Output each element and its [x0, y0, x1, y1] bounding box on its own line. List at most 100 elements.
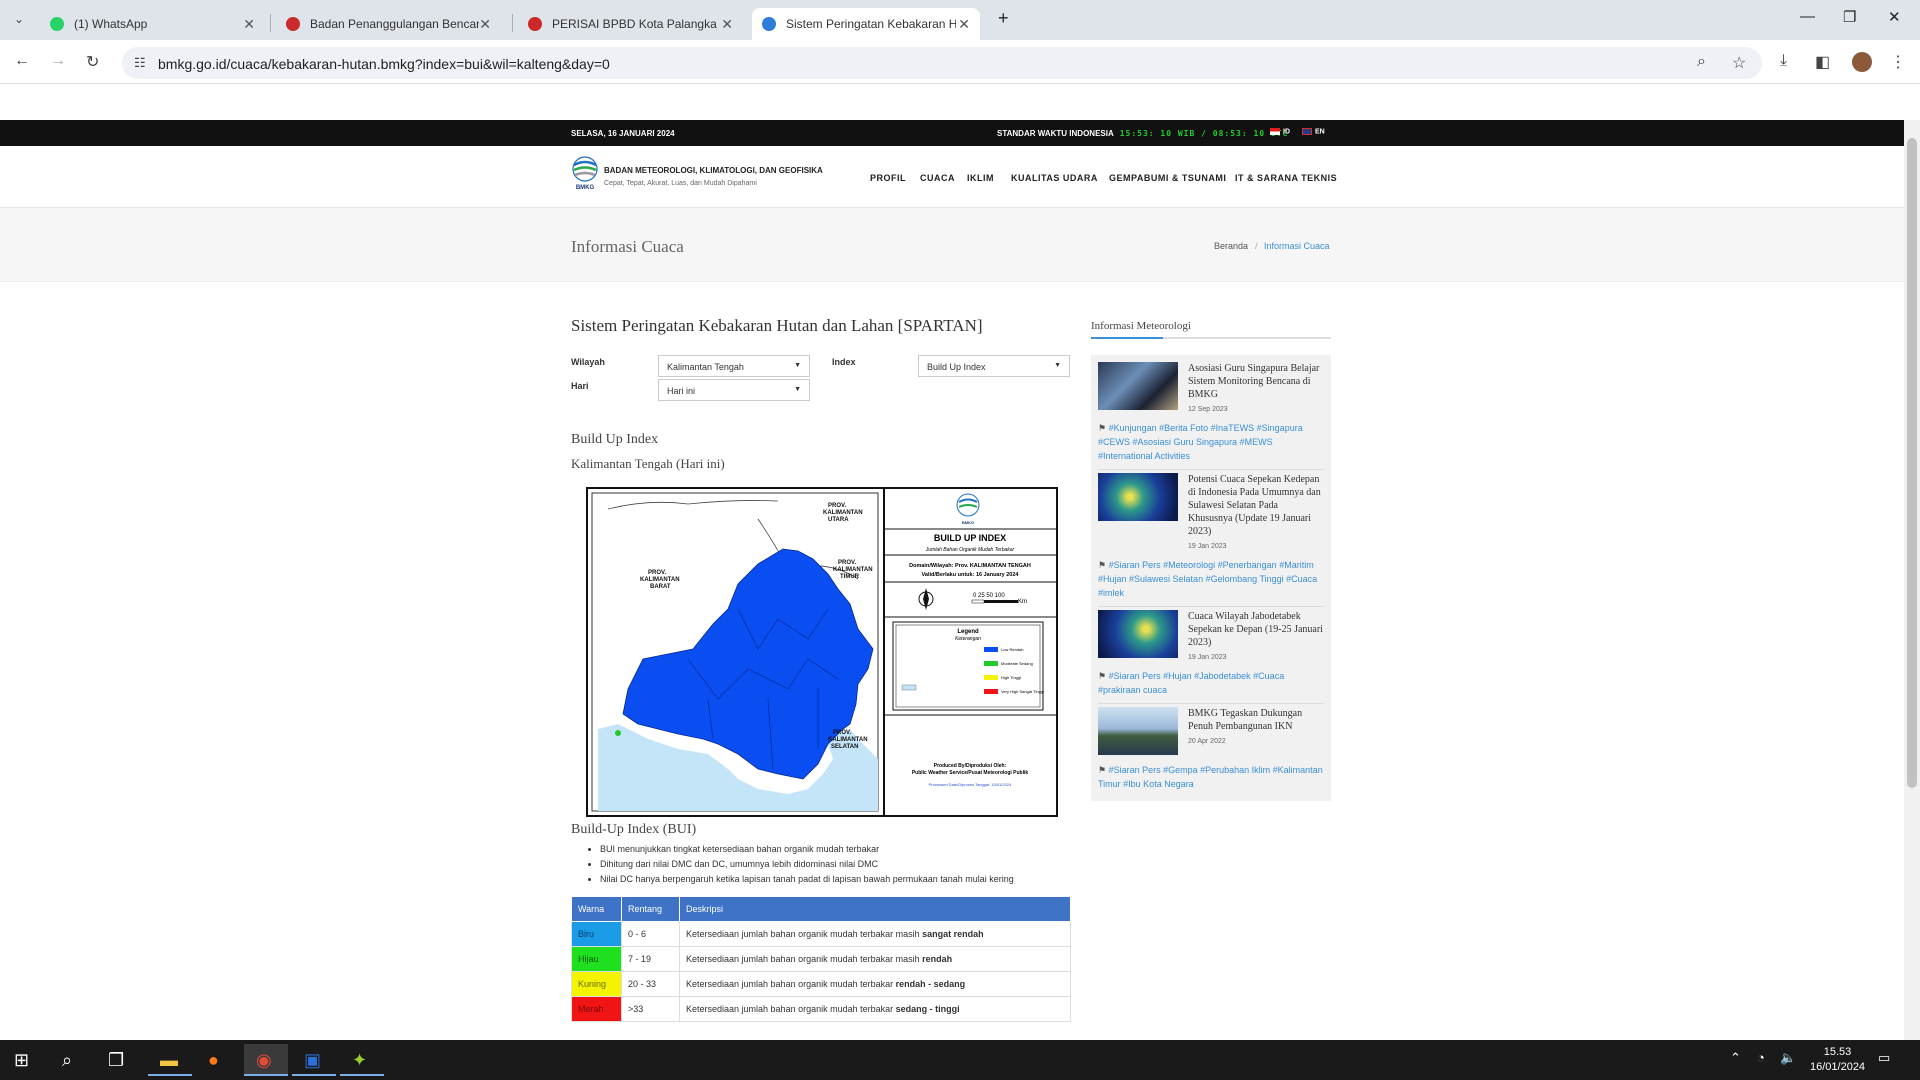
taskbar-date: 16/01/2024 [1810, 1061, 1866, 1073]
menu-cuaca[interactable]: CUACA [920, 173, 955, 183]
task-view-icon[interactable]: ❐ [108, 1050, 124, 1071]
bui-bullet-list: BUI menunjukkan tingkat ketersediaan bah… [586, 844, 1014, 889]
word-button[interactable]: ▣ [292, 1044, 336, 1076]
tab-separator [270, 14, 271, 32]
scrollbar-thumb[interactable] [1907, 138, 1917, 788]
svg-text:Valid/Berlaku untuk: 16 Januar: Valid/Berlaku untuk: 16 January 2024 [922, 572, 1020, 578]
svg-text:BUILD UP INDEX: BUILD UP INDEX [934, 533, 1006, 543]
tag-icon: ⚑ [1098, 560, 1109, 570]
news-title[interactable]: BMKG Tegaskan Dukungan Penuh Pembangunan… [1188, 707, 1324, 733]
zoom-icon[interactable]: ⌕ [1697, 53, 1706, 71]
page-title-band: Informasi Cuaca Beranda / Informasi Cuac… [0, 208, 1904, 282]
tab-whatsapp[interactable]: (1) WhatsApp ✕ [40, 8, 265, 40]
lang-en-link[interactable]: EN [1302, 128, 1325, 135]
browser-tab-strip: ⌄ (1) WhatsApp ✕ Badan Penanggulangan Be… [0, 0, 1920, 40]
firefox-button[interactable]: ● [196, 1044, 240, 1076]
new-tab-button[interactable]: + [998, 8, 1009, 29]
svg-text:SELATAN: SELATAN [831, 744, 858, 750]
tab-bnpb[interactable]: Badan Penanggulangan Bencana ✕ [276, 8, 501, 40]
news-thumbnail[interactable] [1098, 362, 1178, 410]
menu-it-sarana[interactable]: IT & SARANA TEKNIS [1235, 173, 1337, 183]
svg-text:Low Rendah: Low Rendah [1001, 647, 1023, 652]
side-panel-icon[interactable]: ◧ [1815, 52, 1830, 72]
news-item[interactable]: BMKG Tegaskan Dukungan Penuh Pembangunan… [1098, 704, 1324, 797]
tab-perisai[interactable]: PERISAI BPBD Kota Palangka Raya ✕ [518, 8, 743, 40]
svg-text:KALIMANTAN: KALIMANTAN [823, 510, 863, 516]
news-tags[interactable]: ⚑ #Siaran Pers #Gempa #Perubahan Iklim #… [1098, 763, 1324, 791]
news-tags[interactable]: ⚑ #Kunjungan #Berita Foto #InaTEWS #Sing… [1098, 421, 1324, 463]
forward-icon[interactable]: → [50, 52, 66, 70]
bookmark-star-icon[interactable]: ☆ [1732, 53, 1746, 73]
news-item[interactable]: Potensi Cuaca Sepekan Kedepan di Indones… [1098, 470, 1324, 607]
menu-iklim[interactable]: IKLIM [967, 173, 994, 183]
url-text[interactable]: bmkg.go.id/cuaca/kebakaran-hutan.bmkg?in… [158, 56, 610, 72]
top-info-bar: SELASA, 16 JANUARI 2024 STANDAR WAKTU IN… [0, 120, 1904, 146]
wilayah-select[interactable]: Kalimantan Tengah ▼ [658, 355, 810, 377]
search-icon[interactable]: ⌕ [62, 1050, 72, 1071]
news-thumbnail[interactable] [1098, 473, 1178, 521]
index-value: Build Up Index [927, 362, 986, 372]
chrome-button[interactable]: ◉ [244, 1044, 288, 1076]
color-cell: Hijau [571, 946, 622, 972]
index-select[interactable]: Build Up Index ▼ [918, 355, 1070, 377]
bui-map[interactable]: PROV. KALIMANTAN BARAT PROV. KALIMANTAN … [586, 487, 1058, 817]
network-icon[interactable]: ◔ [1757, 1050, 1765, 1065]
news-title[interactable]: Potensi Cuaca Sepekan Kedepan di Indones… [1188, 473, 1324, 538]
news-date: 12 Sep 2023 [1188, 406, 1228, 413]
back-icon[interactable]: ← [14, 52, 30, 70]
volume-icon[interactable]: 🔈 [1780, 1050, 1796, 1066]
menu-kualitas-udara[interactable]: KUALITAS UDARA [1011, 173, 1098, 183]
news-tags-text[interactable]: #Siaran Pers #Gempa #Perubahan Iklim #Ka… [1098, 765, 1323, 789]
address-bar[interactable]: ☷ bmkg.go.id/cuaca/kebakaran-hutan.bmkg?… [122, 47, 1762, 79]
minimize-icon[interactable]: — [1800, 8, 1815, 25]
restore-icon[interactable]: ❐ [1843, 8, 1856, 26]
svg-text:BMKG: BMKG [962, 520, 974, 525]
tab-spartan[interactable]: Sistem Peringatan Kebakaran Hutan ✕ [752, 8, 980, 40]
file-explorer-button[interactable]: ▬ [148, 1044, 192, 1076]
download-icon[interactable]: ⤓ [1780, 52, 1787, 70]
tab-title: PERISAI BPBD Kota Palangka Raya [552, 17, 721, 31]
news-title[interactable]: Cuaca Wilayah Jabodetabek Sepekan ke Dep… [1188, 610, 1324, 649]
news-item[interactable]: Cuaca Wilayah Jabodetabek Sepekan ke Dep… [1098, 607, 1324, 704]
news-date: 19 Jan 2023 [1188, 543, 1227, 550]
news-tags[interactable]: ⚑ #Siaran Pers #Hujan #Jabodetabek #Cuac… [1098, 669, 1324, 697]
news-title[interactable]: Asosiasi Guru Singapura Belajar Sistem M… [1188, 362, 1324, 401]
color-cell: Merah [571, 996, 622, 1022]
svg-text:PROV.: PROV. [838, 560, 856, 566]
news-tags-text[interactable]: #Siaran Pers #Hujan #Jabodetabek #Cuaca … [1098, 671, 1284, 695]
index-label: Index [832, 357, 856, 367]
menu-kebab-icon[interactable]: ⋮ [1890, 52, 1906, 72]
notification-icon[interactable]: ▭ [1878, 1050, 1890, 1066]
menu-profil[interactable]: PROFIL [870, 173, 906, 183]
lang-id-link[interactable]: ID [1270, 128, 1290, 135]
bmkg-logo[interactable]: BMKG [571, 156, 599, 192]
taskbar-clock[interactable]: 15.53 16/01/2024 [1810, 1045, 1865, 1075]
tab-search-icon[interactable]: ⌄ [14, 12, 24, 26]
desc-cell: Ketersediaan jumlah bahan organik mudah … [679, 971, 1071, 997]
windows-start-icon[interactable]: ⊞ [14, 1050, 29, 1071]
breadcrumb-home[interactable]: Beranda [1214, 241, 1248, 251]
news-item[interactable]: Asosiasi Guru Singapura Belajar Sistem M… [1098, 359, 1324, 470]
close-tab-icon[interactable]: ✕ [479, 16, 491, 33]
close-tab-icon[interactable]: ✕ [243, 16, 255, 33]
close-tab-icon[interactable]: ✕ [721, 16, 733, 33]
news-tags-text[interactable]: #Siaran Pers #Meteorologi #Penerbangan #… [1098, 560, 1317, 598]
site-info-icon[interactable]: ☷ [134, 55, 146, 71]
news-tags[interactable]: ⚑ #Siaran Pers #Meteorologi #Penerbangan… [1098, 558, 1324, 600]
svg-text:UTARA: UTARA [828, 517, 849, 523]
app-button[interactable]: ✦ [340, 1044, 384, 1076]
tray-chevron-icon[interactable]: ⌃ [1730, 1050, 1741, 1066]
chevron-down-icon: ▼ [1054, 362, 1061, 369]
news-thumbnail[interactable] [1098, 610, 1178, 658]
menu-gempabumi[interactable]: GEMPABUMI & TSUNAMI [1109, 173, 1226, 183]
reload-icon[interactable]: ↻ [86, 52, 99, 72]
close-tab-icon[interactable]: ✕ [958, 16, 970, 33]
svg-text:TIMUR: TIMUR [840, 574, 860, 580]
news-thumbnail[interactable] [1098, 707, 1178, 755]
list-item: Nilai DC hanya berpengaruh ketika lapisa… [600, 874, 1014, 884]
hari-select[interactable]: Hari ini ▼ [658, 379, 810, 401]
page-scrollbar[interactable] [1904, 120, 1920, 1040]
profile-avatar[interactable] [1852, 52, 1872, 72]
news-tags-text[interactable]: #Kunjungan #Berita Foto #InaTEWS #Singap… [1098, 423, 1303, 461]
close-window-icon[interactable]: ✕ [1888, 8, 1901, 26]
